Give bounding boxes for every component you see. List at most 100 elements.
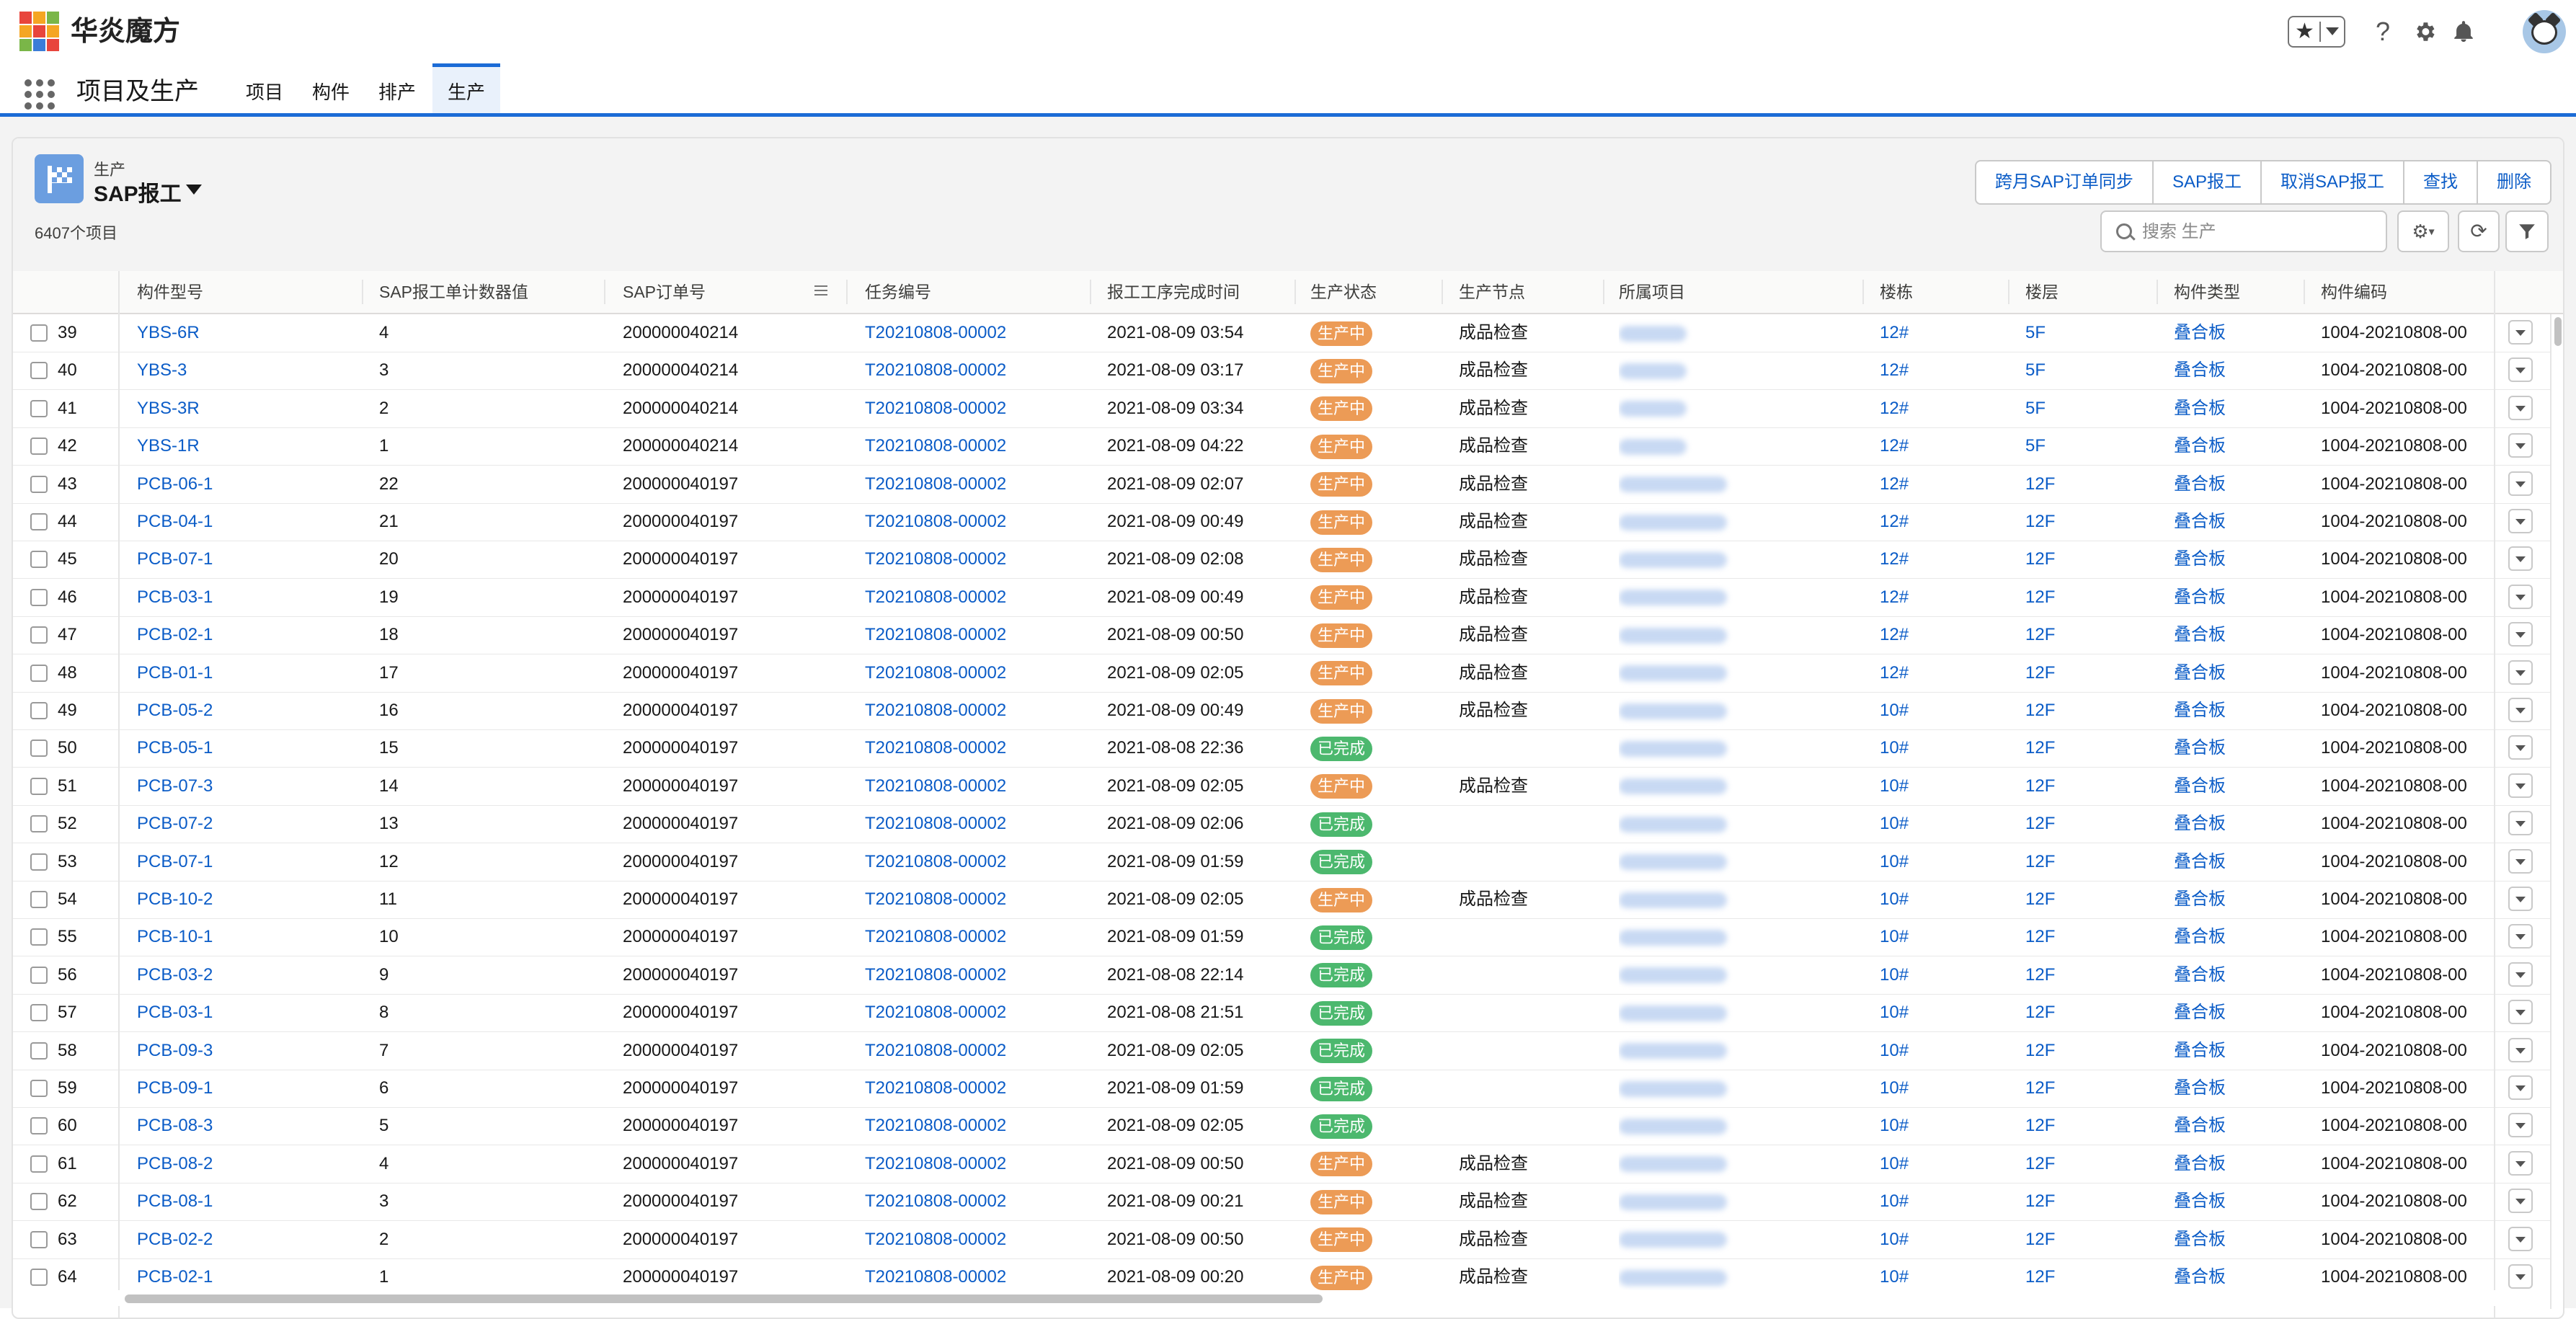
building-link[interactable]: 10# — [1880, 768, 2009, 805]
task-number-link[interactable]: T20210808-00002 — [865, 654, 1088, 692]
row-checkbox[interactable] — [30, 1193, 48, 1211]
component-model-link[interactable]: PCB-02-1 — [137, 616, 353, 654]
building-link[interactable]: 12# — [1880, 466, 2009, 503]
column-header[interactable]: 报工工序完成时间 — [1107, 271, 1294, 313]
building-link[interactable]: 10# — [1880, 1221, 2009, 1258]
sap-report-button[interactable]: SAP报工 — [2154, 161, 2262, 203]
app-launcher-icon[interactable] — [25, 79, 55, 110]
search-input[interactable] — [2141, 218, 2381, 247]
task-number-link[interactable]: T20210808-00002 — [865, 314, 1088, 352]
project-link-redacted[interactable] — [1619, 1194, 1727, 1210]
task-number-link[interactable]: T20210808-00002 — [865, 918, 1088, 956]
project-link-redacted[interactable] — [1619, 1005, 1727, 1021]
component-type-link[interactable]: 叠合板 — [2174, 390, 2304, 427]
floor-link[interactable]: 12F — [2025, 881, 2155, 918]
building-link[interactable]: 12# — [1880, 654, 2009, 692]
row-action-button[interactable] — [2508, 320, 2533, 345]
tab-scheduling[interactable]: 排产 — [370, 63, 424, 113]
project-link-redacted[interactable] — [1619, 967, 1727, 984]
task-number-link[interactable]: T20210808-00002 — [865, 352, 1088, 389]
task-number-link[interactable]: T20210808-00002 — [865, 541, 1088, 578]
column-header[interactable]: 构件型号 — [137, 271, 353, 313]
component-type-link[interactable]: 叠合板 — [2174, 314, 2304, 352]
row-checkbox[interactable] — [30, 777, 48, 795]
task-number-link[interactable]: T20210808-00002 — [865, 881, 1088, 918]
chevron-down-icon[interactable] — [2326, 27, 2339, 35]
column-header[interactable]: 任务编号 — [865, 271, 1096, 313]
tab-project[interactable]: 项目 — [238, 63, 291, 113]
floor-link[interactable]: 12F — [2025, 1070, 2155, 1107]
row-checkbox[interactable] — [30, 966, 48, 984]
tab-component[interactable]: 构件 — [304, 63, 357, 113]
row-action-button[interactable] — [2508, 357, 2533, 383]
component-model-link[interactable]: YBS-3 — [137, 352, 353, 389]
row-action-button[interactable] — [2508, 1189, 2533, 1214]
building-link[interactable]: 12# — [1880, 616, 2009, 654]
floor-link[interactable]: 12F — [2025, 579, 2155, 616]
component-model-link[interactable]: YBS-6R — [137, 314, 353, 352]
task-number-link[interactable]: T20210808-00002 — [865, 956, 1088, 994]
component-type-link[interactable]: 叠合板 — [2174, 427, 2304, 465]
floor-link[interactable]: 12F — [2025, 654, 2155, 692]
floor-link[interactable]: 12F — [2025, 1107, 2155, 1145]
row-checkbox[interactable] — [30, 1117, 48, 1135]
building-link[interactable]: 10# — [1880, 1145, 2009, 1183]
task-number-link[interactable]: T20210808-00002 — [865, 427, 1088, 465]
component-model-link[interactable]: PCB-07-1 — [137, 541, 353, 578]
project-link-redacted[interactable] — [1619, 854, 1727, 871]
project-link-redacted[interactable] — [1619, 514, 1727, 530]
horizontal-scrollbar[interactable] — [13, 1290, 2550, 1306]
row-action-button[interactable] — [2508, 1150, 2533, 1176]
component-type-link[interactable]: 叠合板 — [2174, 503, 2304, 541]
column-header[interactable]: 楼层 — [2025, 271, 2155, 313]
building-link[interactable]: 12# — [1880, 352, 2009, 389]
column-header[interactable]: SAP订单号 — [623, 271, 810, 313]
project-link-redacted[interactable] — [1619, 438, 1687, 455]
component-model-link[interactable]: PCB-03-1 — [137, 579, 353, 616]
floor-link[interactable]: 12F — [2025, 768, 2155, 805]
component-model-link[interactable]: PCB-07-2 — [137, 805, 353, 843]
component-type-link[interactable]: 叠合板 — [2174, 1070, 2304, 1107]
row-checkbox[interactable] — [30, 853, 48, 871]
floor-link[interactable]: 12F — [2025, 805, 2155, 843]
project-link-redacted[interactable] — [1619, 1119, 1727, 1135]
component-model-link[interactable]: YBS-1R — [137, 427, 353, 465]
row-action-button[interactable] — [2508, 1075, 2533, 1100]
building-link[interactable]: 12# — [1880, 541, 2009, 578]
row-action-button[interactable] — [2508, 1000, 2533, 1025]
row-checkbox[interactable] — [30, 588, 48, 606]
row-action-button[interactable] — [2508, 773, 2533, 798]
project-link-redacted[interactable] — [1619, 590, 1727, 606]
building-link[interactable]: 12# — [1880, 579, 2009, 616]
component-model-link[interactable]: YBS-3R — [137, 390, 353, 427]
project-link-redacted[interactable] — [1619, 892, 1727, 908]
component-model-link[interactable]: PCB-07-1 — [137, 843, 353, 881]
component-type-link[interactable]: 叠合板 — [2174, 466, 2304, 503]
component-type-link[interactable]: 叠合板 — [2174, 654, 2304, 692]
row-checkbox[interactable] — [30, 664, 48, 682]
project-link-redacted[interactable] — [1619, 665, 1727, 682]
task-number-link[interactable]: T20210808-00002 — [865, 390, 1088, 427]
column-header[interactable]: 楼栋 — [1880, 271, 2009, 313]
row-action-button[interactable] — [2508, 811, 2533, 836]
component-type-link[interactable]: 叠合板 — [2174, 1107, 2304, 1145]
row-checkbox[interactable] — [30, 1269, 48, 1286]
building-link[interactable]: 12# — [1880, 427, 2009, 465]
component-type-link[interactable]: 叠合板 — [2174, 956, 2304, 994]
row-checkbox[interactable] — [30, 513, 48, 530]
project-link-redacted[interactable] — [1619, 778, 1727, 795]
floor-link[interactable]: 5F — [2025, 314, 2155, 352]
component-model-link[interactable]: PCB-09-3 — [137, 1032, 353, 1070]
building-link[interactable]: 10# — [1880, 881, 2009, 918]
column-header[interactable]: 所属项目 — [1619, 271, 1835, 313]
component-model-link[interactable]: PCB-03-2 — [137, 956, 353, 994]
row-checkbox[interactable] — [30, 551, 48, 569]
component-type-link[interactable]: 叠合板 — [2174, 881, 2304, 918]
building-link[interactable]: 10# — [1880, 1183, 2009, 1220]
building-link[interactable]: 10# — [1880, 994, 2009, 1031]
component-type-link[interactable]: 叠合板 — [2174, 1032, 2304, 1070]
row-action-button[interactable] — [2508, 1226, 2533, 1251]
floor-link[interactable]: 5F — [2025, 352, 2155, 389]
floor-link[interactable]: 5F — [2025, 427, 2155, 465]
column-header[interactable]: 构件编码 — [2321, 271, 2487, 313]
